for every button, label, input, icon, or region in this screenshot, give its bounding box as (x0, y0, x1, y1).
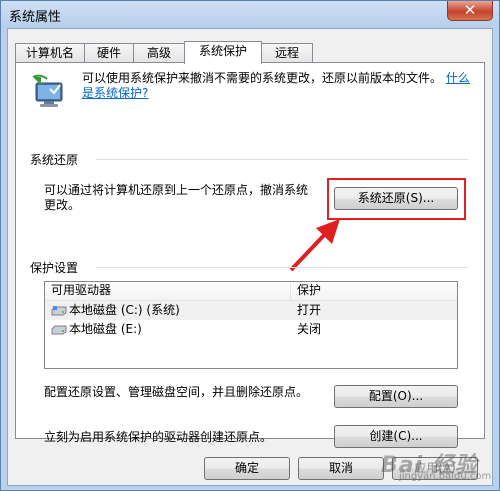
column-header-protection[interactable]: 保护 (291, 282, 457, 300)
system-protection-panel: 可以使用系统保护来撤消不需要的系统更改，还原以前版本的文件。 什么是系统保护? … (15, 62, 485, 448)
drives-list[interactable]: 可用驱动器 保护 本地磁盘 (C:) (系统) 打开 本地磁盘 (E:) 关闭 (44, 281, 458, 369)
window-title: 系统属性 (9, 10, 62, 25)
list-item-drive-c[interactable]: 本地磁盘 (C:) (系统) 打开 (45, 301, 457, 320)
watermark-url: jingyan.baidu.com (399, 471, 492, 482)
drives-list-header: 可用驱动器 保护 (45, 282, 457, 301)
list-item-drive-e[interactable]: 本地磁盘 (E:) 关闭 (45, 320, 457, 339)
protection-settings-divider (96, 267, 468, 268)
system-properties-window: 系统属性 ✕ 计算机名 硬件 高级 系统保护 远程 可以使用系统保护来撤消不需要… (0, 0, 500, 491)
system-restore-group-label: 系统还原 (30, 151, 85, 168)
system-restore-divider (96, 159, 468, 160)
drive-protection-status: 关闭 (297, 322, 322, 336)
tab-hardware[interactable]: 硬件 (84, 43, 134, 63)
cancel-button[interactable]: 取消 (298, 457, 384, 480)
tab-computer-name[interactable]: 计算机名 (15, 43, 85, 63)
system-protection-icon (32, 74, 63, 107)
system-restore-description: 可以通过将计算机还原到上一个还原点，撤消系统更改。 (44, 183, 309, 212)
close-button[interactable]: ✕ (447, 1, 493, 21)
title-bar[interactable]: 系统属性 ✕ (1, 1, 499, 28)
tab-advanced[interactable]: 高级 (133, 43, 185, 63)
dialog-client: 计算机名 硬件 高级 系统保护 远程 可以使用系统保护来撤消不需要的系统更改，还… (7, 28, 493, 486)
red-arrow-icon (289, 219, 340, 272)
column-header-available-drives[interactable]: 可用驱动器 (45, 282, 291, 300)
create-button[interactable]: 创建(C)... (334, 425, 458, 448)
drive-name: 本地磁盘 (C:) (系统) (69, 303, 180, 317)
drive-name: 本地磁盘 (E:) (69, 322, 142, 336)
drive-icon (51, 325, 67, 335)
create-description: 立刻为启用系统保护的驱动器创建还原点。 (44, 430, 273, 444)
intro-description: 可以使用系统保护来撤消不需要的系统更改，还原以前版本的文件。 (82, 71, 443, 85)
intro-text: 可以使用系统保护来撤消不需要的系统更改，还原以前版本的文件。 什么是系统保护? (82, 71, 472, 101)
ok-button[interactable]: 确定 (204, 457, 290, 480)
tab-system-protection[interactable]: 系统保护 (184, 41, 262, 64)
system-drive-icon (51, 306, 67, 316)
system-restore-button[interactable]: 系统还原(S)... (334, 187, 458, 210)
drive-protection-status: 打开 (297, 303, 322, 317)
configure-description: 配置还原设置、管理磁盘空间，并且删除还原点。 (44, 385, 309, 399)
protection-settings-group-label: 保护设置 (30, 259, 85, 276)
tab-remote[interactable]: 远程 (261, 43, 313, 63)
configure-button[interactable]: 配置(O)... (334, 385, 458, 408)
